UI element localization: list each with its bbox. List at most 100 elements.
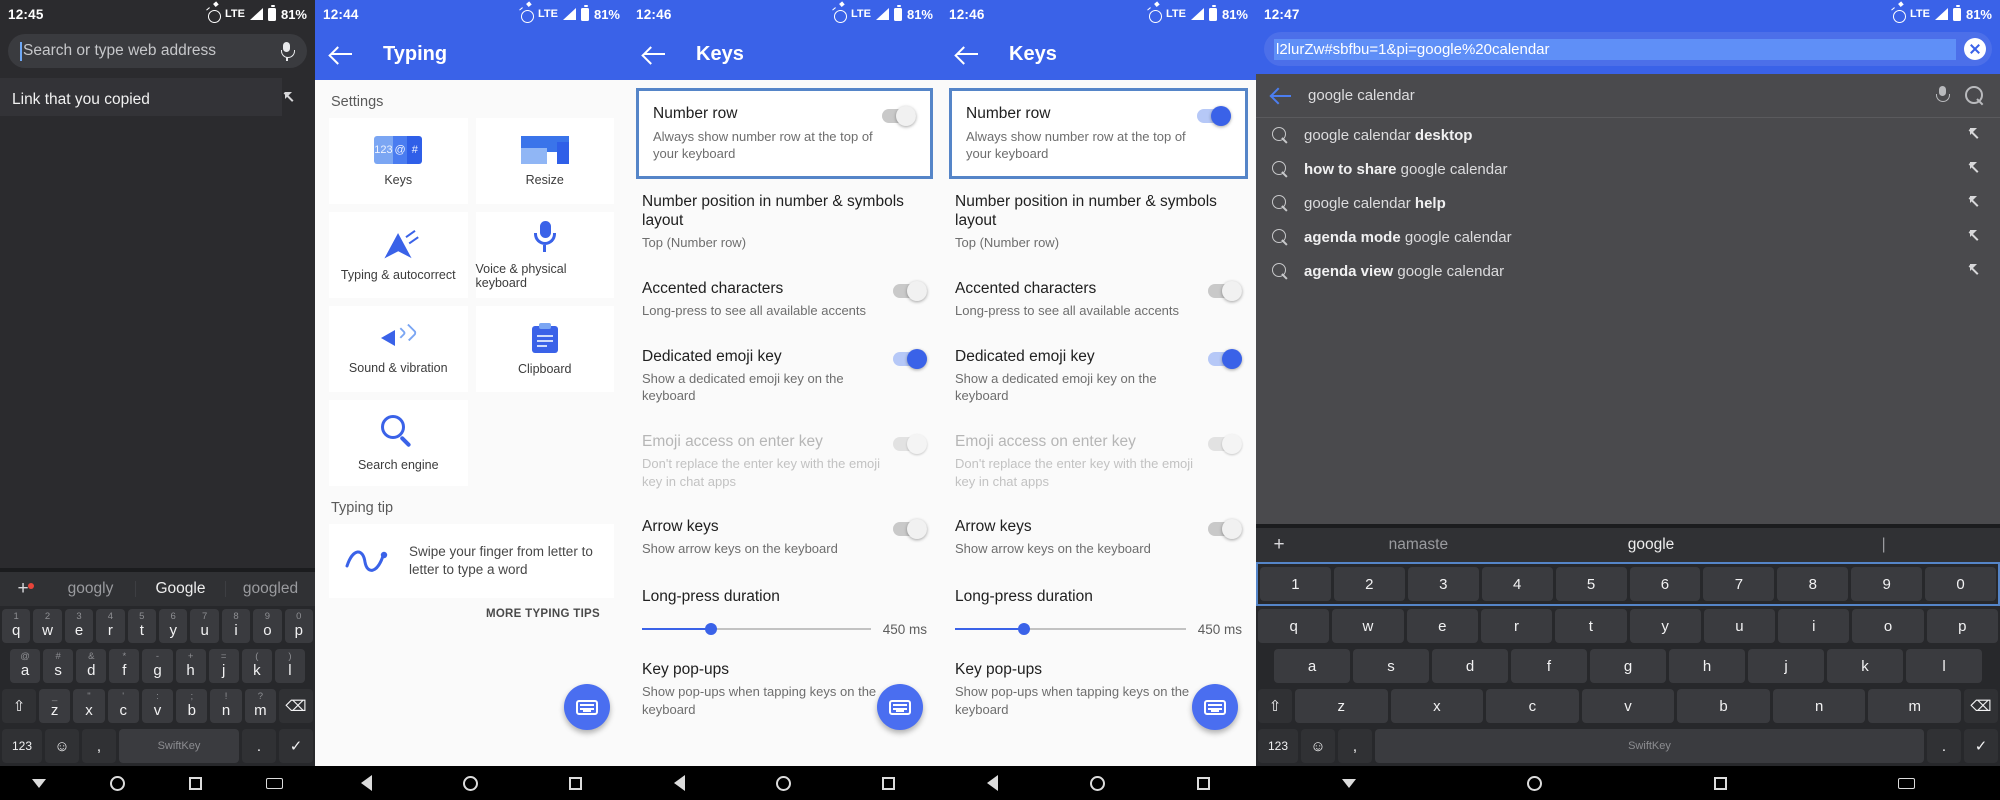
back-icon[interactable]: [360, 775, 372, 791]
keyboard-icon[interactable]: [266, 777, 283, 789]
back-arrow-icon[interactable]: [644, 43, 666, 65]
key-i[interactable]: 8i: [221, 609, 251, 643]
settings-row[interactable]: Dedicated emoji key Show a dedicated emoj…: [941, 334, 1256, 419]
settings-row[interactable]: Number position in number & symbols layo…: [941, 179, 1256, 265]
key-k[interactable]: (k: [241, 649, 272, 683]
key-num-0[interactable]: 0: [1925, 567, 1997, 601]
arrow-northwest-icon[interactable]: [1969, 264, 1984, 279]
key-num-2[interactable]: 2: [1333, 567, 1405, 601]
tile-voice-physical-keyboard[interactable]: Voice & physical keyboard: [475, 212, 614, 298]
keyboard-fab-button[interactable]: [1192, 684, 1238, 730]
toggle-switch[interactable]: [893, 518, 927, 539]
toggle-switch[interactable]: [1208, 280, 1242, 301]
prediction-1[interactable]: Google: [136, 580, 225, 598]
search-icon[interactable]: [1965, 86, 1984, 105]
key-s[interactable]: # s: [43, 649, 74, 683]
key-y[interactable]: y: [1629, 609, 1701, 643]
key-v[interactable]: :v: [141, 689, 174, 723]
arrow-northwest-icon[interactable]: [284, 91, 299, 106]
settings-row[interactable]: Arrow keys Show arrow keys on the keyboar…: [628, 504, 941, 572]
search-suggestion-item[interactable]: agenda view google calendar: [1256, 254, 2000, 288]
key-r[interactable]: r: [1480, 609, 1553, 643]
key-k[interactable]: k: [1827, 649, 1903, 683]
key-d[interactable]: & d: [76, 649, 107, 683]
tile-clipboard[interactable]: Clipboard: [475, 306, 614, 392]
key-g[interactable]: g: [1590, 649, 1666, 683]
key-h[interactable]: + h: [175, 649, 206, 683]
home-icon[interactable]: [462, 775, 478, 791]
key-l[interactable]: ) l: [274, 649, 305, 683]
home-icon[interactable]: [1527, 775, 1543, 791]
key-j[interactable]: = j: [208, 649, 239, 683]
key-r[interactable]: 4r: [96, 609, 125, 643]
tile-keys[interactable]: 123 @ # Keys: [329, 118, 468, 204]
key-j[interactable]: j: [1748, 649, 1824, 683]
slider-knob[interactable]: [1018, 623, 1031, 636]
backspace-icon[interactable]: ⌫: [278, 689, 313, 723]
toggle-switch[interactable]: [893, 280, 927, 301]
key-s[interactable]: s: [1353, 649, 1429, 683]
keyboard-dismiss-icon[interactable]: [1341, 778, 1356, 788]
key-q[interactable]: q: [1258, 609, 1330, 643]
key-num-8[interactable]: 8: [1777, 567, 1849, 601]
key-u[interactable]: u: [1703, 609, 1776, 643]
key-o[interactable]: o: [1852, 609, 1924, 643]
home-icon[interactable]: [775, 775, 791, 791]
key-o[interactable]: 9o: [253, 609, 282, 643]
recents-icon[interactable]: [569, 776, 583, 790]
key-comma[interactable]: ,: [1338, 729, 1372, 763]
key-comma[interactable]: ,: [82, 729, 116, 763]
key-num-4[interactable]: 4: [1481, 567, 1553, 601]
backspace-icon[interactable]: ⌫: [1964, 689, 1999, 723]
tile-sound-vibration[interactable]: Sound & vibration: [329, 306, 468, 392]
back-icon[interactable]: [1272, 86, 1292, 106]
key-num-9[interactable]: 9: [1851, 567, 1923, 601]
key-t[interactable]: 5t: [127, 609, 156, 643]
key-b[interactable]: ; b: [176, 689, 208, 723]
arrow-northwest-icon[interactable]: [1969, 230, 1984, 245]
prediction-0[interactable]: googly: [46, 580, 135, 598]
key-m[interactable]: m: [1868, 689, 1962, 723]
key-h[interactable]: h: [1669, 649, 1745, 683]
key-numeric[interactable]: 123: [2, 729, 42, 763]
key-w[interactable]: w: [1332, 609, 1404, 643]
settings-row[interactable]: Number position in number & symbols layo…: [628, 179, 941, 265]
search-input[interactable]: Search or type web address: [8, 34, 307, 68]
recents-icon[interactable]: [1197, 776, 1210, 790]
key-num-1[interactable]: 1: [1259, 567, 1331, 601]
back-icon[interactable]: [987, 775, 998, 791]
key-u[interactable]: 7u: [190, 609, 219, 643]
keyboard-fab-button[interactable]: [877, 684, 923, 730]
add-prediction-button[interactable]: +: [1256, 534, 1302, 556]
key-x[interactable]: x: [1390, 689, 1484, 723]
key-p[interactable]: 0p: [284, 609, 314, 643]
key-q[interactable]: 1q: [1, 609, 31, 643]
key-n[interactable]: n: [1772, 689, 1866, 723]
key-f[interactable]: f: [1511, 649, 1587, 683]
more-typing-tips-link[interactable]: MORE TYPING TIPS: [486, 608, 600, 620]
keyboard-dismiss-icon[interactable]: [32, 778, 46, 788]
enter-icon[interactable]: ✓: [279, 729, 313, 763]
arrow-northwest-icon[interactable]: [1969, 128, 1984, 143]
settings-row[interactable]: Dedicated emoji key Show a dedicated emoj…: [628, 334, 941, 419]
recents-icon[interactable]: [882, 776, 896, 790]
settings-row-highlighted[interactable]: Number row Always show number row at the …: [949, 88, 1248, 180]
tile-typing-autocorrect[interactable]: Typing & autocorrect: [329, 212, 468, 298]
clear-icon[interactable]: [1964, 38, 1986, 60]
microphone-icon[interactable]: [279, 41, 295, 61]
key-g[interactable]: -g: [142, 649, 173, 683]
key-e[interactable]: e: [1406, 609, 1478, 643]
tile-search-engine[interactable]: Search engine: [329, 400, 468, 486]
key-z[interactable]: z: [1294, 689, 1388, 723]
key-l[interactable]: l: [1906, 649, 1982, 683]
key-d[interactable]: d: [1432, 649, 1508, 683]
emoji-icon[interactable]: ☺: [1301, 729, 1335, 763]
slider-knob[interactable]: [704, 623, 717, 636]
home-icon[interactable]: [110, 775, 125, 791]
key-numeric[interactable]: 123: [1258, 729, 1298, 763]
key-y[interactable]: 6y: [159, 609, 188, 643]
back-arrow-icon[interactable]: [957, 43, 979, 65]
enter-icon[interactable]: ✓: [1964, 729, 1998, 763]
home-icon[interactable]: [1090, 775, 1105, 791]
key-period[interactable]: .: [242, 729, 276, 763]
